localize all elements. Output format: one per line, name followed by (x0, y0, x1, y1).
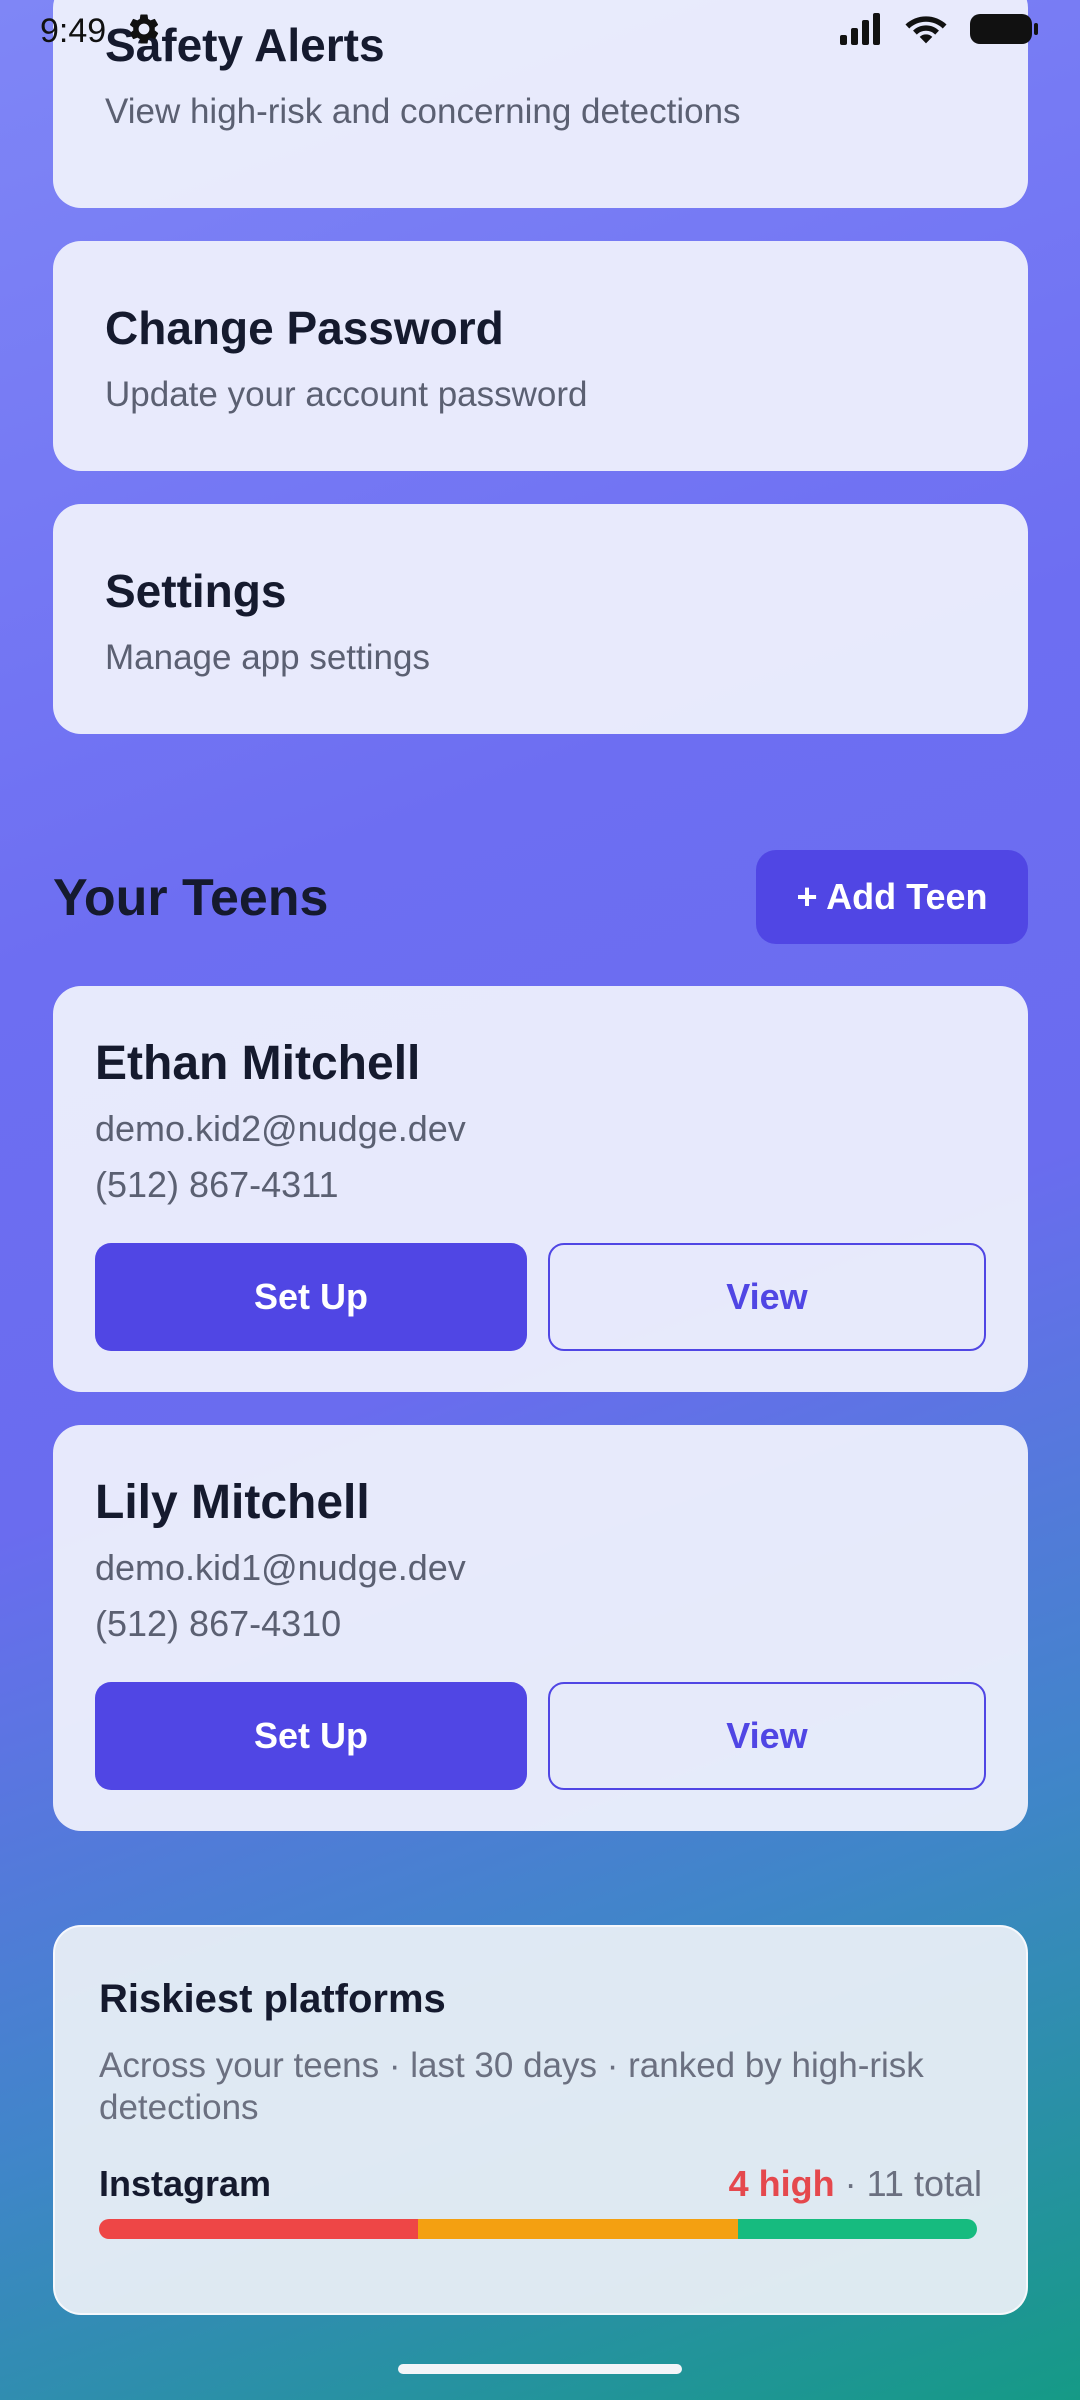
riskiest-platforms-card: Riskiest platforms Across your teens · l… (53, 1925, 1028, 2315)
change-password-title: Change Password (105, 302, 504, 354)
status-right (838, 11, 1040, 52)
teen-email: demo.kid1@nudge.dev (95, 1547, 466, 1588)
add-teen-button[interactable]: + Add Teen (756, 850, 1028, 944)
status-bar: 9:49 (0, 0, 1080, 62)
teen-card: Lily Mitchell demo.kid1@nudge.dev (512) … (53, 1425, 1028, 1831)
teen-name: Lily Mitchell (95, 1476, 370, 1529)
safety-alerts-subtitle: View high-risk and concerning detections (105, 92, 741, 131)
change-password-subtitle: Update your account password (105, 375, 588, 414)
teen-card: Ethan Mitchell demo.kid2@nudge.dev (512)… (53, 986, 1028, 1392)
status-time: 9:49 (40, 11, 107, 50)
your-teens-heading: Your Teens (53, 869, 329, 927)
risk-bar-low-segment (737, 2219, 977, 2239)
platform-risk-bar (99, 2219, 977, 2239)
teen-phone: (512) 867-4311 (95, 1164, 339, 1205)
home-indicator[interactable] (398, 2364, 682, 2374)
teen-email: demo.kid2@nudge.dev (95, 1108, 466, 1149)
riskiest-platforms-title: Riskiest platforms (99, 1977, 446, 2021)
set-up-button[interactable]: Set Up (95, 1243, 527, 1351)
teen-name: Ethan Mitchell (95, 1037, 421, 1090)
gear-icon (126, 11, 162, 52)
settings-subtitle: Manage app settings (105, 638, 430, 677)
risk-bar-high-segment (99, 2219, 419, 2239)
set-up-button[interactable]: Set Up (95, 1682, 527, 1790)
wifi-icon (904, 11, 948, 52)
teen-phone: (512) 867-4310 (95, 1603, 342, 1644)
risk-bar-medium-segment (418, 2219, 738, 2239)
change-password-card[interactable]: Change Password Update your account pass… (53, 241, 1028, 471)
platform-high-count: 4 high (728, 2163, 835, 2204)
platform-total-count: · 11 total (834, 2163, 982, 2204)
settings-title: Settings (105, 565, 287, 617)
settings-card[interactable]: Settings Manage app settings (53, 504, 1028, 734)
platform-name: Instagram (99, 2163, 272, 2204)
riskiest-platforms-subtitle: Across your teens · last 30 days · ranke… (99, 2046, 924, 2127)
signal-icon (838, 11, 884, 52)
view-button[interactable]: View (548, 1682, 986, 1790)
view-button[interactable]: View (548, 1243, 986, 1351)
status-left: 9:49 (40, 11, 162, 52)
battery-icon (968, 11, 1040, 52)
platform-stats: 4 high · 11 total (729, 2163, 982, 2205)
